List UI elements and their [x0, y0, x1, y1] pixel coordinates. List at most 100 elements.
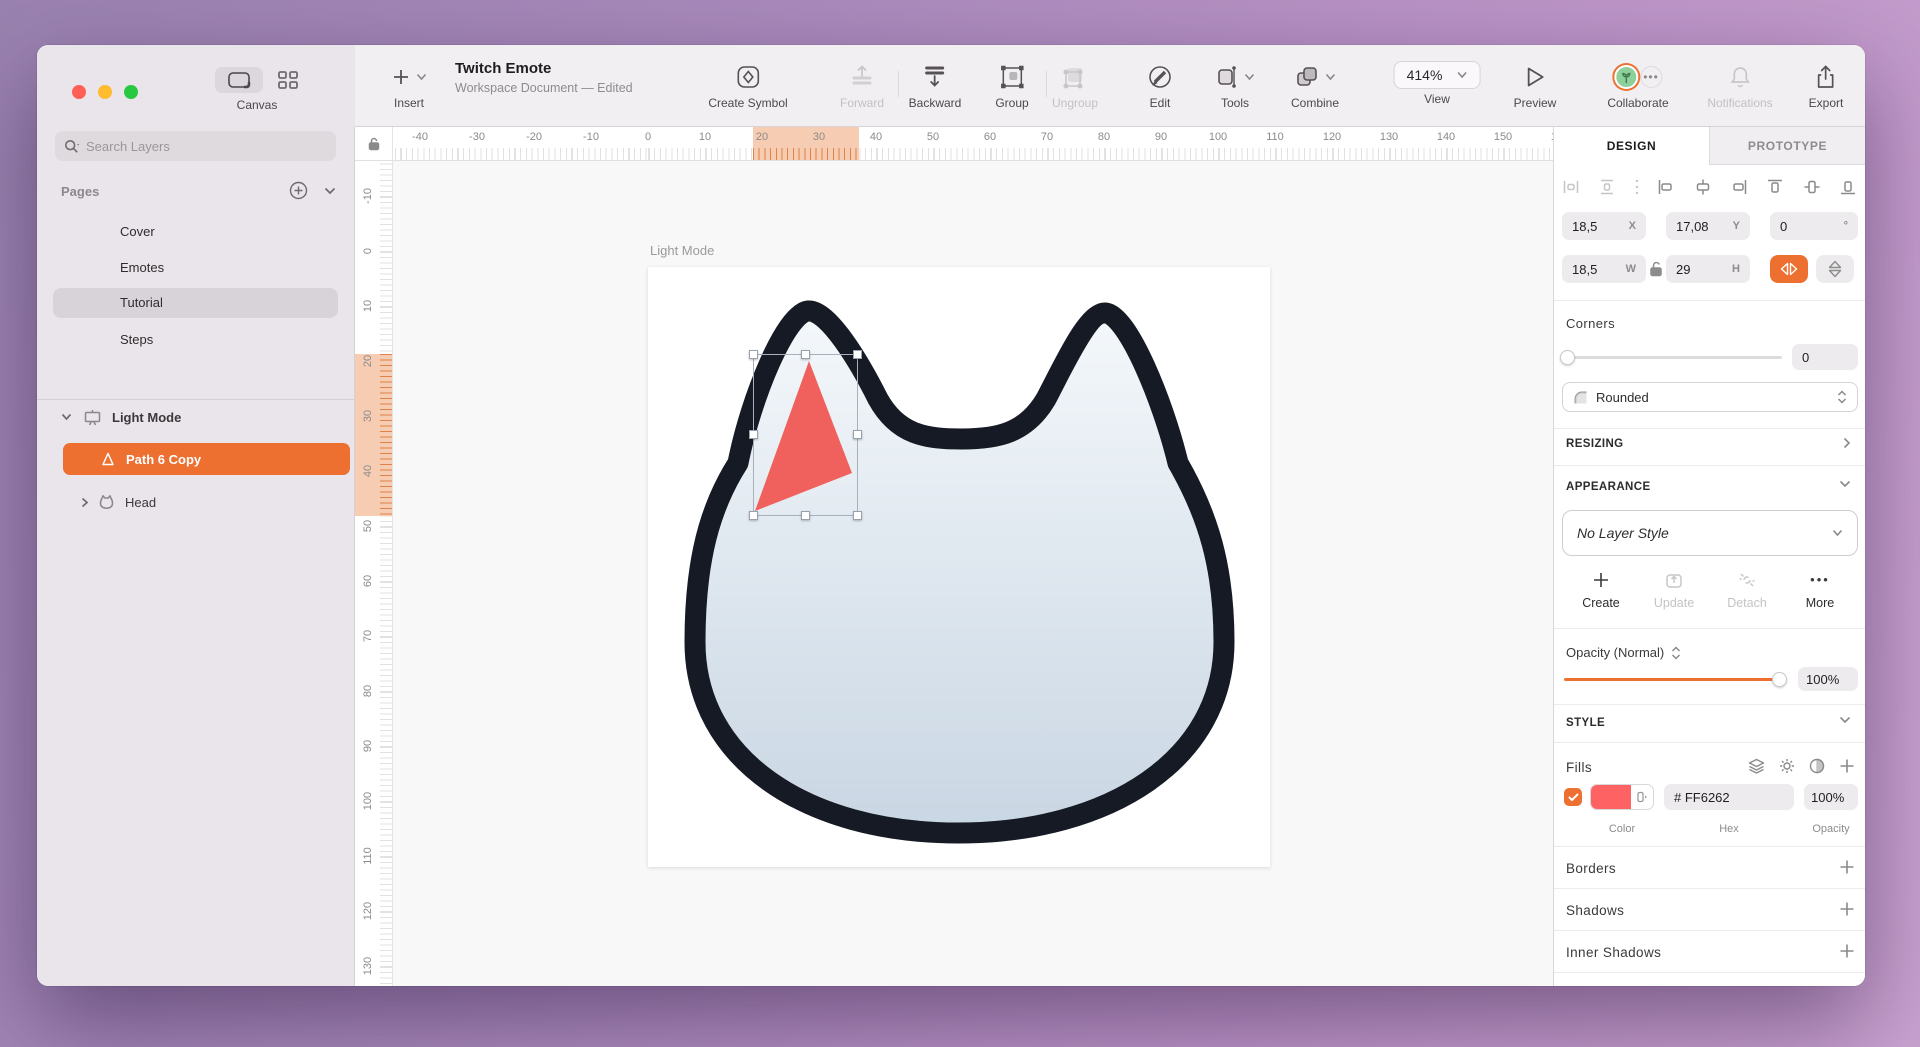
corners-slider[interactable] [1564, 356, 1782, 359]
align-right-icon[interactable] [1730, 178, 1748, 196]
detach-style-label: Detach [1717, 596, 1777, 610]
edit-label: Edit [1147, 96, 1173, 110]
chevron-down-icon[interactable] [61, 413, 72, 421]
export-button[interactable]: Export [1809, 61, 1844, 110]
selection-handle-sw[interactable] [749, 511, 758, 520]
fill-presets-icon[interactable] [1748, 758, 1765, 774]
search-layers-field[interactable] [55, 131, 336, 161]
layer-path-6-copy-selected[interactable]: Path 6 Copy [63, 443, 350, 475]
insert-label: Insert [391, 96, 427, 110]
lock-ratio-icon[interactable] [1649, 260, 1663, 277]
backward-button[interactable]: Backward [909, 61, 962, 110]
opacity-control-label[interactable]: Opacity (Normal) [1566, 645, 1681, 660]
selection-box[interactable] [753, 354, 858, 516]
corner-type-dropdown[interactable]: Rounded [1562, 382, 1858, 412]
artboard-label[interactable]: Light Mode [650, 243, 714, 258]
selection-handle-s[interactable] [801, 511, 810, 520]
selection-handle-se[interactable] [853, 511, 862, 520]
rotation-field[interactable]: 0° [1770, 212, 1858, 240]
chevron-right-icon[interactable] [1843, 437, 1851, 449]
canvas-view-button[interactable] [215, 67, 263, 93]
inner-shadows-section-title: Inner Shadows [1566, 945, 1661, 960]
selection-handle-n[interactable] [801, 350, 810, 359]
sidebar-page-tutorial[interactable]: Tutorial [53, 288, 338, 318]
chevron-right-icon[interactable] [81, 497, 89, 508]
opacity-value-field[interactable]: 100% [1798, 667, 1858, 691]
selection-handle-nw[interactable] [749, 350, 758, 359]
combine-button[interactable]: Combine [1291, 61, 1339, 110]
sidebar-page-steps[interactable]: Steps [53, 325, 338, 355]
distribute-horizontal-icon[interactable] [1562, 178, 1580, 196]
align-top-icon[interactable] [1766, 178, 1784, 196]
chevron-down-icon[interactable] [1839, 716, 1851, 724]
artboard-light-mode[interactable]: Light Mode [648, 267, 1270, 867]
search-input[interactable] [86, 139, 286, 154]
corners-slider-thumb[interactable] [1560, 350, 1575, 365]
edit-button[interactable]: Edit [1147, 61, 1173, 110]
grid-view-button[interactable] [277, 70, 299, 90]
group-button[interactable]: Group [995, 61, 1028, 110]
layer-style-dropdown[interactable]: No Layer Style [1562, 510, 1858, 556]
canvas[interactable]: Light Mode [393, 161, 1553, 986]
collaborate-button[interactable]: ••• Collaborate [1607, 61, 1668, 110]
add-inner-shadow-icon[interactable] [1839, 943, 1855, 959]
preview-button[interactable]: Preview [1514, 61, 1557, 110]
blend-mode-icon[interactable] [1809, 758, 1825, 774]
ruler-label: 70 [1041, 131, 1053, 143]
align-left-icon[interactable] [1657, 178, 1675, 196]
collaborator-avatar [1614, 65, 1638, 89]
zoom-window-button[interactable] [124, 85, 138, 99]
layer-group-head[interactable]: Head [37, 487, 354, 517]
horizontal-ruler[interactable]: -40-30-20-100102030405060708090100110120… [393, 127, 1553, 161]
opacity-slider[interactable] [1564, 678, 1786, 681]
tools-button[interactable]: Tools [1215, 61, 1255, 110]
distribute-vertical-icon[interactable] [1598, 178, 1616, 196]
collapse-pages-icon[interactable] [324, 187, 336, 195]
align-middle-vertical-icon[interactable] [1803, 178, 1821, 196]
close-window-button[interactable] [72, 85, 86, 99]
ruler-corner[interactable] [355, 127, 393, 161]
style-section-header[interactable]: STYLE [1566, 717, 1605, 729]
tab-design[interactable]: DESIGN [1554, 127, 1709, 165]
layer-artboard-light-mode[interactable]: Light Mode [37, 402, 354, 432]
corners-value-field[interactable]: 0 [1792, 344, 1858, 370]
align-bottom-icon[interactable] [1839, 178, 1857, 196]
tab-prototype[interactable]: PROTOTYPE [1709, 127, 1865, 165]
selection-handle-e[interactable] [853, 430, 862, 439]
vertical-ruler[interactable]: -100102030405060708090100110120130 [355, 161, 393, 986]
flip-vertical-button[interactable] [1816, 255, 1854, 283]
selection-handle-w[interactable] [749, 430, 758, 439]
minimize-window-button[interactable] [98, 85, 112, 99]
cat-emote-drawing[interactable] [648, 267, 1270, 867]
add-fill-icon[interactable] [1839, 758, 1855, 774]
add-shadow-icon[interactable] [1839, 901, 1855, 917]
fill-hex-field[interactable]: # FF6262 [1664, 784, 1794, 810]
fill-color-swatch[interactable] [1590, 784, 1654, 810]
x-position-field[interactable]: 18,5X [1562, 212, 1646, 240]
zoom-level-dropdown[interactable]: 414% [1394, 61, 1481, 89]
appearance-section-header[interactable]: APPEARANCE [1566, 481, 1651, 493]
add-page-button[interactable] [289, 181, 308, 200]
chevron-down-icon[interactable] [1839, 480, 1851, 488]
ruler-label: 100 [361, 786, 375, 816]
sidebar-page-cover[interactable]: Cover [53, 217, 338, 247]
add-border-icon[interactable] [1839, 859, 1855, 875]
sidebar-page-emotes[interactable]: Emotes [53, 253, 338, 283]
selection-handle-ne[interactable] [853, 350, 862, 359]
more-styles-button[interactable]: ••• More [1790, 571, 1850, 610]
insert-button[interactable]: Insert [391, 61, 427, 110]
align-center-horizontal-icon[interactable] [1694, 178, 1712, 196]
flip-horizontal-button[interactable] [1770, 255, 1808, 283]
ungroup-label: Ungroup [1052, 96, 1098, 110]
fill-opacity-field[interactable]: 100% [1804, 784, 1858, 810]
gear-icon[interactable] [1779, 758, 1795, 774]
opacity-value: 100% [1806, 672, 1850, 687]
height-field[interactable]: 29H [1666, 255, 1750, 283]
opacity-slider-thumb[interactable] [1772, 672, 1787, 687]
create-style-button[interactable]: Create [1571, 571, 1631, 610]
width-field[interactable]: 18,5W [1562, 255, 1646, 283]
fill-enabled-checkbox[interactable] [1564, 788, 1582, 806]
y-position-field[interactable]: 17,08Y [1666, 212, 1750, 240]
resizing-section-header[interactable]: RESIZING [1566, 438, 1624, 450]
create-symbol-button[interactable]: Create Symbol [708, 61, 787, 110]
